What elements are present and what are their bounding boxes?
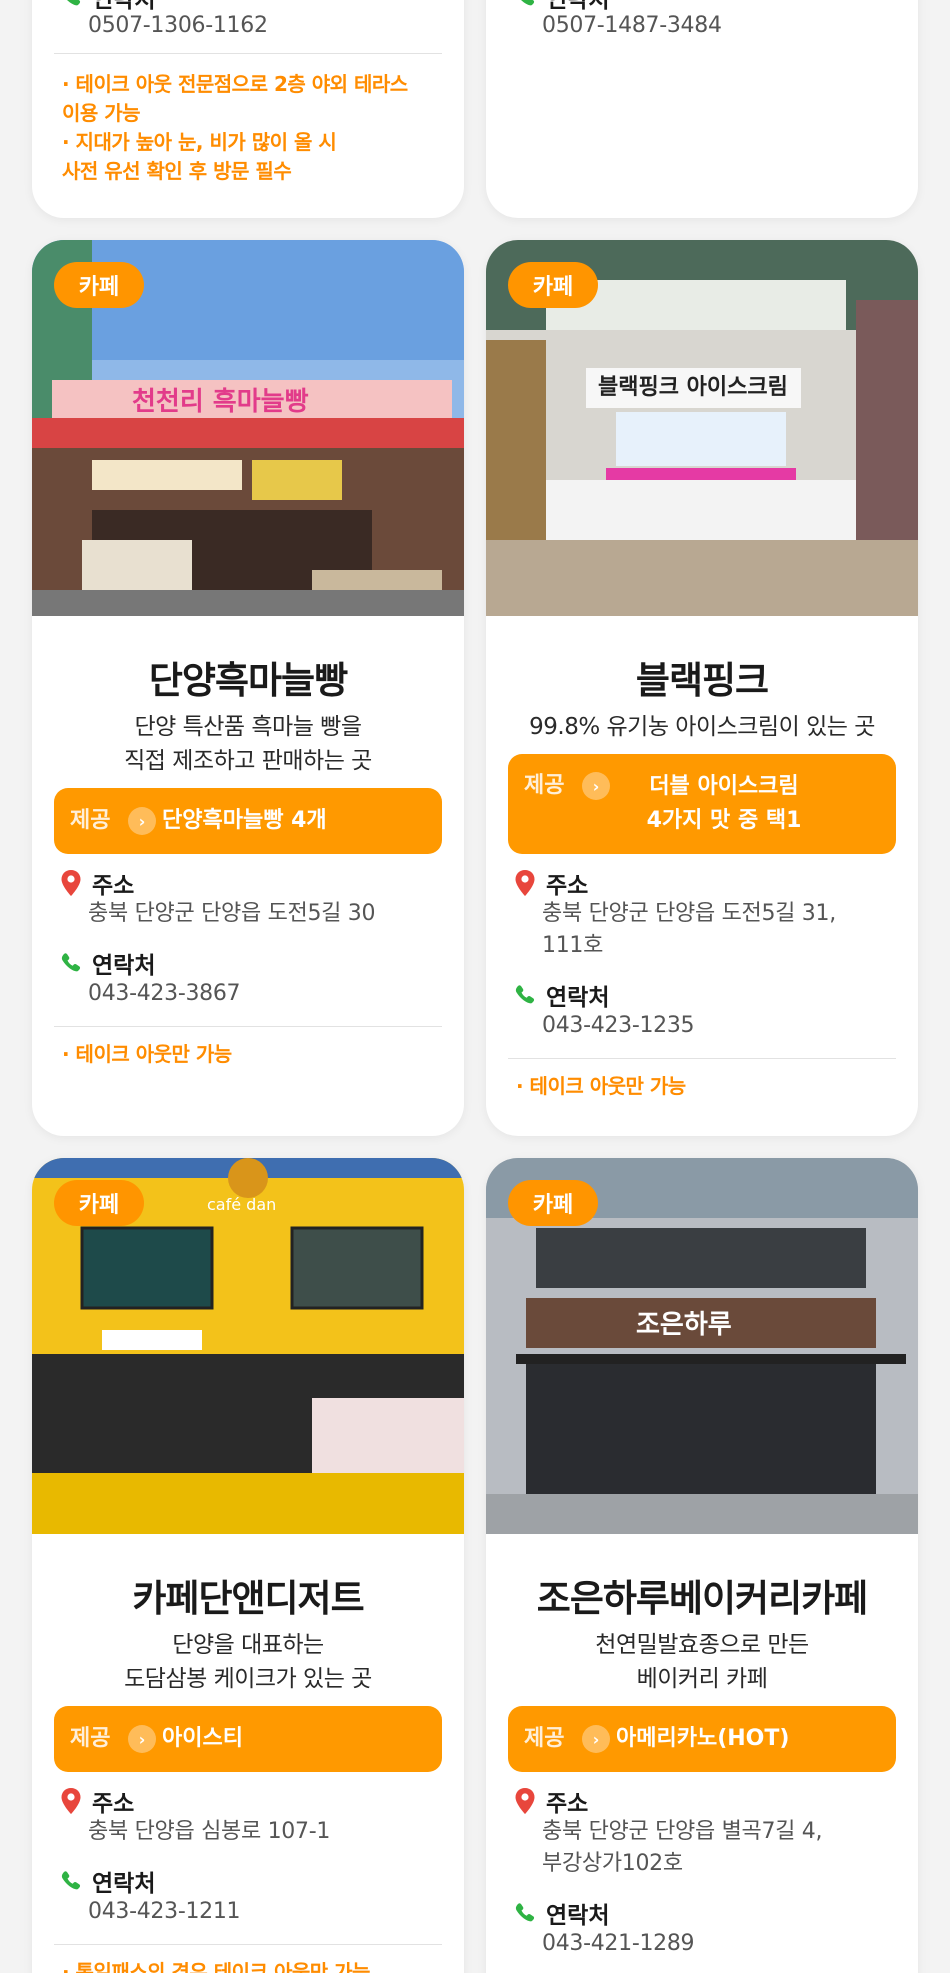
contact-value[interactable]: 0507-1306-1162 [88,10,444,42]
category-badge: 카페 [54,262,144,308]
place-title: 단양흑마늘빵 [148,659,348,702]
place-card-top-right[interactable]: 연락처 0507-1487-3484 [486,0,918,218]
contact-value[interactable]: 0507-1487-3484 [542,10,898,42]
phone-icon [56,948,86,978]
contact-heading: 연락처 [510,1896,609,1930]
offer-banner[interactable]: 제공 › 더블 아이스크림 4가지 맛 중 택1 [508,754,896,854]
place-title: 조은하루베이커리카페 [536,1577,868,1620]
contact-heading: 연락처 [510,978,609,1012]
address-heading: 주소 [510,1784,588,1818]
contact-value[interactable]: 043-423-3867 [88,978,444,1010]
offer-label: 제공 [70,1726,111,1751]
place-card-blackpink[interactable]: 블랙핑크 아이스크림 카페 블랙핑크 99.8% 유기농 아이스크림이 있는 곳… [486,240,918,1136]
shop-sign: 천천리 흑마늘빵 [132,387,309,417]
location-pin-icon [510,1786,540,1816]
offer-value: 아이스티 [162,1726,243,1751]
place-card-cafe-dan[interactable]: café dan 카페 카페단앤디저트 단양을 대표하는 도담삼봉 케이크가 있… [32,1158,464,1973]
shop-sign: 블랙핑크 아이스크림 [598,375,788,400]
address-value: 충북 단양군 단양읍 별곡7길 4, 부강상가102호 [542,1819,823,1876]
note-text: · 테이크 아웃만 가능 [62,1042,232,1066]
arrow-right-icon: › [582,1725,610,1753]
address-heading: 주소 [56,1784,134,1818]
page: 연락처 0507-1306-1162 · 테이크 아웃 전문점으로 2층 야외 … [0,0,950,1973]
arrow-right-icon: › [128,807,156,835]
place-card-danyang-garlic-bread[interactable]: 천천리 흑마늘빵 카페 단양흑마늘빵 단양 특산품 흑마늘 빵을 직접 제조하고… [32,240,464,1136]
shop-sign: café dan [207,1195,276,1214]
note-text: · 테이크 아웃만 가능 [516,1074,686,1098]
place-card-joeun-haru-bakery[interactable]: 조은하루 카페 조은하루베이커리카페 천연밀발효종으로 만든 베이커리 카페 제… [486,1158,918,1973]
phone-icon [510,1898,540,1928]
place-title: 블랙핑크 [635,659,769,702]
place-card-top-left[interactable]: 연락처 0507-1306-1162 · 테이크 아웃 전문점으로 2층 야외 … [32,0,464,218]
contact-value[interactable]: 043-421-1289 [542,1928,898,1960]
address-value: 충북 단양군 단양읍 도전5길 31, 111호 [542,901,836,958]
offer-banner[interactable]: 제공 › 아메리카노(HOT) [508,1706,896,1772]
offer-label: 제공 [70,808,111,833]
divider [54,53,442,54]
phone-icon [56,0,86,12]
offer-label: 제공 [524,773,565,798]
offer-value: 더블 아이스크림 4가지 맛 중 택1 [646,774,802,833]
contact-value[interactable]: 043-423-1235 [542,1010,898,1042]
address-value: 충북 단양군 단양읍 도전5길 30 [88,901,376,926]
arrow-right-icon: › [128,1725,156,1753]
place-description: 단양 특산품 흑마늘 빵을 직접 제조하고 판매하는 곳 [124,714,372,774]
divider [508,1058,896,1059]
address-value: 충북 단양읍 심봉로 107-1 [88,1819,331,1844]
location-pin-icon [510,868,540,898]
location-pin-icon [56,1786,86,1816]
offer-value: 단양흑마늘빵 4개 [162,808,327,833]
divider [54,1026,442,1027]
contact-heading: 연락처 [56,1864,155,1898]
phone-icon [510,0,540,12]
place-title: 카페단앤디저트 [132,1577,364,1620]
phone-icon [56,1866,86,1896]
address-heading: 주소 [510,866,588,900]
category-badge: 카페 [508,262,598,308]
offer-banner[interactable]: 제공 › 아이스티 [54,1706,442,1772]
divider [54,1944,442,1945]
note-text: · 통일패스의 경우 테이크 아웃만 가능 [62,1960,370,1973]
category-badge: 카페 [508,1180,598,1226]
location-pin-icon [56,868,86,898]
offer-value: 아메리카노(HOT) [616,1726,790,1751]
contact-value[interactable]: 043-423-1211 [88,1896,444,1928]
place-description: 천연밀발효종으로 만든 베이커리 카페 [595,1632,809,1692]
offer-banner[interactable]: 제공 › 단양흑마늘빵 4개 [54,788,442,854]
phone-icon [510,980,540,1010]
place-description: 99.8% 유기농 아이스크림이 있는 곳 [529,714,875,740]
contact-heading: 연락처 [56,946,155,980]
place-description: 단양을 대표하는 도담삼봉 케이크가 있는 곳 [124,1632,372,1692]
note-text: · 테이크 아웃 전문점으로 2층 야외 테라스 이용 가능 [62,72,408,125]
address-heading: 주소 [56,866,134,900]
shop-sign: 조은하루 [636,1310,732,1340]
offer-label: 제공 [524,1726,565,1751]
category-badge: 카페 [54,1180,144,1226]
note-text: · 지대가 높아 눈, 비가 많이 올 시 사전 유선 확인 후 방문 필수 [62,130,337,183]
